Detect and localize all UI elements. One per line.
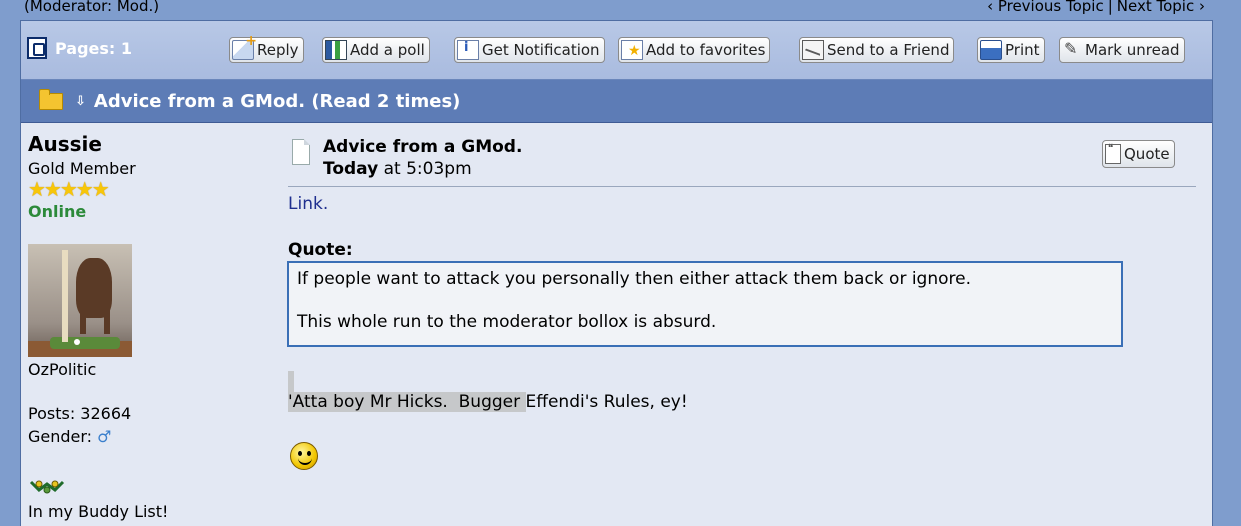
male-icon: ♂ — [97, 427, 112, 446]
poster-info: Aussie Gold Member ★★★★★ Online OzPoliti… — [21, 124, 277, 526]
top-strip: (Moderator: Mod.) ‹ Previous Topic | Next … — [0, 0, 1241, 18]
post-title: Advice from a GMod. — [323, 137, 523, 157]
quote-line: This whole run to the moderator bollox i… — [297, 312, 717, 332]
post-date-time: at 5:03pm — [383, 159, 472, 179]
get-notification-button[interactable]: Get Notification — [454, 37, 605, 63]
pages-icon — [27, 37, 47, 59]
member-rank: Gold Member — [28, 159, 136, 178]
avatar — [28, 244, 132, 357]
quote-button[interactable]: Quote — [1102, 140, 1175, 168]
post-date-day: Today — [323, 159, 379, 179]
arrow-down-icon: ⇩ — [75, 93, 86, 109]
gender-label: Gender: — [28, 427, 93, 446]
poll-icon — [325, 40, 347, 60]
add-poll-label: Add a poll — [350, 41, 425, 59]
post-body: Advice from a GMod. Today at 5:03pm Quot… — [278, 124, 1212, 526]
mark-unread-button[interactable]: Mark unread — [1059, 37, 1185, 63]
thread-frame: Pages: 1 Reply Add a poll Get Notificati… — [20, 20, 1213, 526]
user-location: OzPolitic — [28, 360, 97, 379]
notification-icon — [457, 40, 479, 60]
reply-icon — [232, 33, 257, 60]
post-divider — [288, 186, 1196, 187]
post-link[interactable]: Link. — [288, 194, 328, 214]
topic-navigation: ‹ Previous Topic | Next Topic › — [987, 0, 1205, 15]
quote-line: If people want to attack you personally … — [297, 269, 972, 289]
pages-indicator: Pages: 1 — [27, 37, 132, 59]
post-date: Today at 5:03pm — [323, 159, 472, 179]
thread-title-bar: ⇩ Advice from a GMod. (Read 2 times) — [21, 80, 1212, 123]
printer-icon — [980, 40, 1002, 60]
folder-icon — [39, 88, 63, 110]
buddy-list-label: In my Buddy List! — [28, 502, 169, 521]
add-to-favorites-button[interactable]: Add to favorites — [618, 37, 771, 63]
quote-button-label: Quote — [1124, 145, 1170, 163]
wand-icon — [1062, 39, 1082, 59]
moderator-label: (Moderator: Mod.) — [24, 0, 160, 15]
envelope-icon — [802, 40, 824, 60]
print-label: Print — [1005, 41, 1040, 59]
previous-topic-link[interactable]: ‹ Previous Topic — [987, 0, 1104, 15]
pages-label: Pages: 1 — [55, 38, 133, 58]
add-poll-button[interactable]: Add a poll — [322, 37, 430, 63]
print-button[interactable]: Print — [977, 37, 1045, 63]
signature: 'Atta boy Mr Hicks. Bugger Effendi's Rul… — [288, 392, 688, 412]
buddy-icon — [29, 480, 65, 494]
document-icon — [292, 139, 310, 165]
post-count: Posts: 32664 — [28, 404, 132, 423]
mark-unread-label: Mark unread — [1085, 41, 1180, 59]
smiley-icon — [290, 442, 318, 470]
favorites-star-icon — [621, 40, 643, 60]
signature-text: Effendi's Rules, ey! — [525, 392, 688, 412]
gender-row: Gender: ♂ — [28, 427, 112, 446]
online-status: Online — [28, 202, 87, 221]
send-to-friend-button[interactable]: Send to a Friend — [799, 37, 955, 63]
rank-stars-icon: ★★★★★ — [28, 177, 110, 201]
nav-separator: | — [1107, 0, 1113, 15]
get-notification-label: Get Notification — [482, 41, 600, 59]
next-topic-link[interactable]: Next Topic › — [1117, 0, 1205, 15]
signature-highlight-bar — [288, 371, 294, 393]
add-to-favorites-label: Add to favorites — [646, 41, 766, 59]
quote-label: Quote: — [288, 240, 353, 260]
reply-button[interactable]: Reply — [229, 33, 304, 63]
send-to-friend-label: Send to a Friend — [827, 41, 950, 59]
thread-toolbar: Pages: 1 Reply Add a poll Get Notificati… — [21, 21, 1212, 80]
signature-highlighted-text: 'Atta boy Mr Hicks. Bugger — [288, 392, 526, 412]
quote-icon — [1105, 143, 1121, 164]
thread-title: Advice from a GMod. (Read 2 times) — [93, 90, 461, 112]
username-link[interactable]: Aussie — [28, 132, 102, 156]
reply-label: Reply — [257, 41, 299, 59]
quote-block: If people want to attack you personally … — [287, 261, 1123, 347]
